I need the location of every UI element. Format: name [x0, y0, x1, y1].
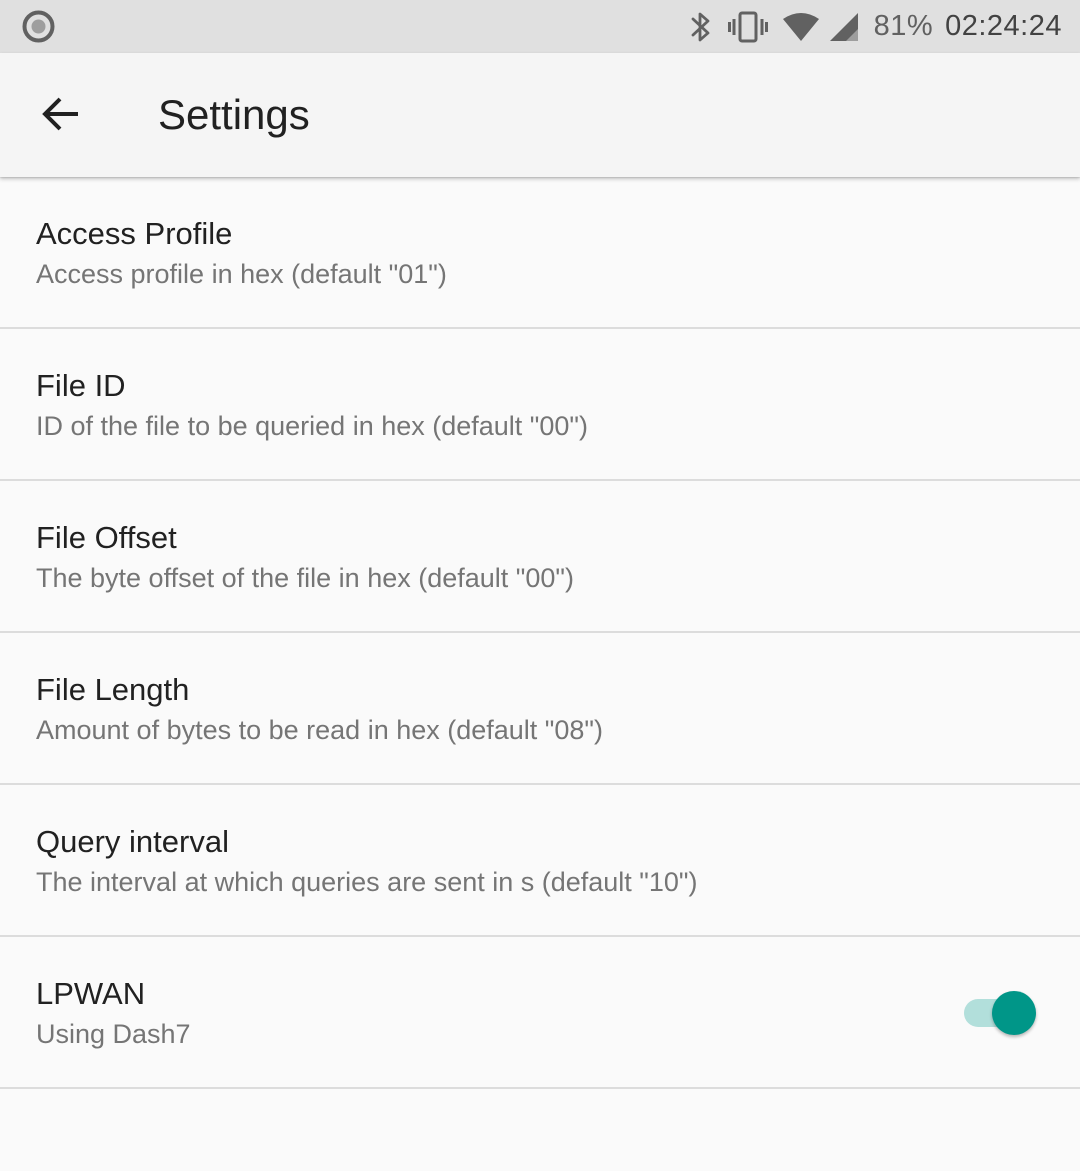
pref-summary: The byte offset of the file in hex (defa… [36, 563, 574, 593]
pref-title: File ID [36, 368, 126, 403]
app-bar: Settings [0, 53, 1080, 177]
cell-signal-icon [828, 0, 860, 53]
pref-summary: Using Dash7 [36, 1019, 191, 1049]
pref-summary: Amount of bytes to be read in hex (defau… [36, 715, 603, 745]
pref-summary: The interval at which queries are sent i… [36, 867, 698, 897]
pref-file-length[interactable]: File Length Amount of bytes to be read i… [0, 633, 1080, 785]
status-bar: 81% 02:24:24 [0, 0, 1080, 53]
pref-lpwan[interactable]: LPWAN Using Dash7 [0, 937, 1080, 1089]
bluetooth-icon [688, 0, 714, 53]
status-icons: 81% 02:24:24 [688, 0, 1062, 53]
pref-summary: Access profile in hex (default "01") [36, 259, 447, 289]
status-clock: 02:24:24 [945, 10, 1062, 42]
vibrate-icon [727, 0, 768, 53]
wifi-icon [782, 0, 820, 53]
pref-access-profile[interactable]: Access Profile Access profile in hex (de… [0, 177, 1080, 329]
back-button[interactable] [28, 83, 94, 149]
preference-list: Access Profile Access profile in hex (de… [0, 177, 1080, 1089]
pref-title: File Length [36, 672, 190, 707]
battery-percentage: 81% [873, 10, 934, 42]
page-title: Settings [158, 91, 310, 138]
pref-title: LPWAN [36, 976, 146, 1011]
pref-file-id[interactable]: File ID ID of the file to be queried in … [0, 329, 1080, 481]
pref-title: Query interval [36, 824, 229, 859]
pref-title: File Offset [36, 520, 177, 555]
pref-file-offset[interactable]: File Offset The byte offset of the file … [0, 481, 1080, 633]
pref-query-interval[interactable]: Query interval The interval at which que… [0, 785, 1080, 937]
notification-circle-icon [22, 10, 55, 43]
switch-thumb [992, 991, 1036, 1035]
arrow-back-icon [41, 94, 81, 139]
lpwan-switch[interactable] [962, 989, 1036, 1037]
pref-title: Access Profile [36, 216, 233, 251]
pref-summary: ID of the file to be queried in hex (def… [36, 411, 588, 441]
